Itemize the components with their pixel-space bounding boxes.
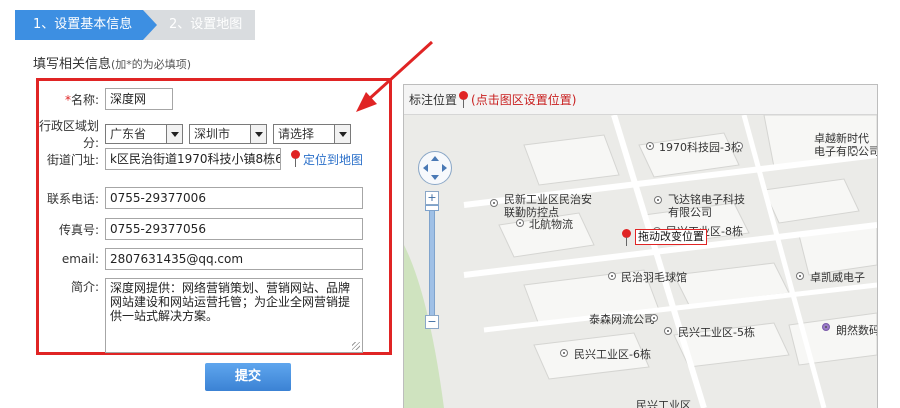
map-place-label: 卓凯威电子 xyxy=(810,271,865,284)
map-panel: 标注位置 (点击图区设置位置) + − 1970科技园-3栋 卓越新时代 电子有… xyxy=(403,84,878,408)
zoom-slider-track[interactable] xyxy=(429,211,435,315)
marker-label: 拖动改变位置 xyxy=(635,229,707,245)
poi-dot xyxy=(664,327,672,335)
phone-input[interactable]: 0755-29377006 xyxy=(105,187,363,209)
fax-input[interactable]: 0755-29377056 xyxy=(105,218,363,240)
poi-dot xyxy=(796,272,804,280)
phone-label: 联系电话: xyxy=(46,191,99,206)
fax-row: 传真号: 0755-29377056 xyxy=(39,218,363,240)
chevron-down-icon xyxy=(334,125,350,143)
province-value: 广东省 xyxy=(110,127,147,141)
poi-dot xyxy=(850,147,858,155)
name-label-text: 名称: xyxy=(70,92,99,107)
map-place-label: 民治羽毛球馆 xyxy=(621,271,687,284)
step-2-map-settings[interactable]: 2、设置地图 xyxy=(143,10,255,40)
city-select[interactable]: 深圳市 xyxy=(189,124,267,144)
intro-label: 简介: xyxy=(70,280,99,294)
zoom-out-button[interactable]: − xyxy=(425,315,439,329)
location-marker[interactable]: 拖动改变位置 xyxy=(622,229,707,247)
map-header-hint: (点击图区设置位置) xyxy=(471,93,577,107)
district-select[interactable]: 请选择 xyxy=(273,124,351,144)
fax-label: 传真号: xyxy=(58,222,99,237)
intro-text: 深度网提供：网络营销策划、营销网站、品牌网站建设和网站运营托管；为企业全网营销提… xyxy=(110,281,351,323)
locate-on-map-link[interactable]: 定位到地图 xyxy=(291,150,363,168)
step-tabs: 1、设置基本信息 2、设置地图 xyxy=(15,10,255,40)
info-form: *名称: 深度网 行政区域划分: 广东省 深圳市 请选择 街道门址: k区民治街… xyxy=(36,78,392,355)
step-1-basic-info[interactable]: 1、设置基本信息 xyxy=(15,10,157,40)
poi-dot xyxy=(560,349,568,357)
form-title: 填写相关信息(加*的为必填项) xyxy=(33,53,191,72)
poi-dot xyxy=(516,219,524,227)
intro-row: 简介: 深度网提供：网络营销策划、营销网站、品牌网站建设和网站运营托管；为企业全… xyxy=(39,278,363,353)
city-value: 深圳市 xyxy=(194,127,231,141)
poi-dot xyxy=(650,314,658,322)
phone-row: 联系电话: 0755-29377006 xyxy=(39,187,363,209)
poi-dot xyxy=(735,142,743,150)
region-row: 行政区域划分: 广东省 深圳市 请选择 xyxy=(39,117,357,151)
name-label: *名称: xyxy=(39,91,105,108)
zoom-control: + − xyxy=(425,191,439,329)
name-input[interactable]: 深度网 xyxy=(105,88,173,110)
chevron-down-icon xyxy=(250,125,266,143)
poi-dot xyxy=(654,196,662,204)
map-pin-icon xyxy=(291,150,301,168)
map-place-label: 有限公司 xyxy=(668,206,712,219)
street-row: 街道门址: k区民治街道1970科技小镇8栋608室 定位到地图 xyxy=(39,148,363,170)
map-place-label: 电子有限公司 xyxy=(814,145,877,158)
email-row: email: 2807631435@qq.com xyxy=(39,248,363,270)
email-input[interactable]: 2807631435@qq.com xyxy=(105,248,363,270)
poi-dot xyxy=(822,323,830,331)
map-canvas[interactable]: + − 1970科技园-3栋 卓越新时代 电子有限公司 民新工业区民治安 联勤防… xyxy=(404,115,877,408)
locate-on-map-label: 定位到地图 xyxy=(303,152,364,167)
required-note: (加*的为必填项) xyxy=(111,58,192,71)
poi-dot xyxy=(490,199,498,207)
map-place-label: 朗然数码 xyxy=(836,324,877,337)
map-header: 标注位置 (点击图区设置位置) xyxy=(404,85,877,115)
map-place-label: 民兴工业区-6栋 xyxy=(574,348,651,361)
pan-arrows-icon xyxy=(423,156,447,180)
intro-textarea[interactable]: 深度网提供：网络营销策划、营销网站、品牌网站建设和网站运营托管；为企业全网营销提… xyxy=(105,278,363,353)
map-header-label: 标注位置 xyxy=(409,93,458,107)
map-place-label: 民兴工业区-5栋 xyxy=(678,326,755,339)
district-value: 请选择 xyxy=(278,127,315,141)
map-place-label: 北航物流 xyxy=(529,218,573,231)
form-title-text: 填写相关信息 xyxy=(33,57,112,72)
zoom-in-button[interactable]: + xyxy=(425,191,439,205)
map-pin-icon xyxy=(622,229,632,247)
chevron-down-icon xyxy=(166,125,182,143)
map-place-label: 1970科技园-3栋 xyxy=(659,141,742,154)
map-background xyxy=(404,115,877,408)
poi-dot xyxy=(608,272,616,280)
province-select[interactable]: 广东省 xyxy=(105,124,183,144)
resize-grip-icon[interactable] xyxy=(352,342,360,350)
email-label: email: xyxy=(61,252,99,266)
street-input[interactable]: k区民治街道1970科技小镇8栋608室 xyxy=(105,148,281,170)
map-place-label: 泰森网流公司 xyxy=(589,313,655,326)
name-row: *名称: 深度网 xyxy=(39,88,173,110)
map-pin-icon xyxy=(459,90,469,109)
street-label: 街道门址: xyxy=(46,152,99,167)
region-label: 行政区域划分: xyxy=(39,119,100,150)
map-place-label: 民兴工业区 xyxy=(636,399,691,408)
submit-button[interactable]: 提交 xyxy=(205,363,291,391)
poi-dot xyxy=(646,142,654,150)
